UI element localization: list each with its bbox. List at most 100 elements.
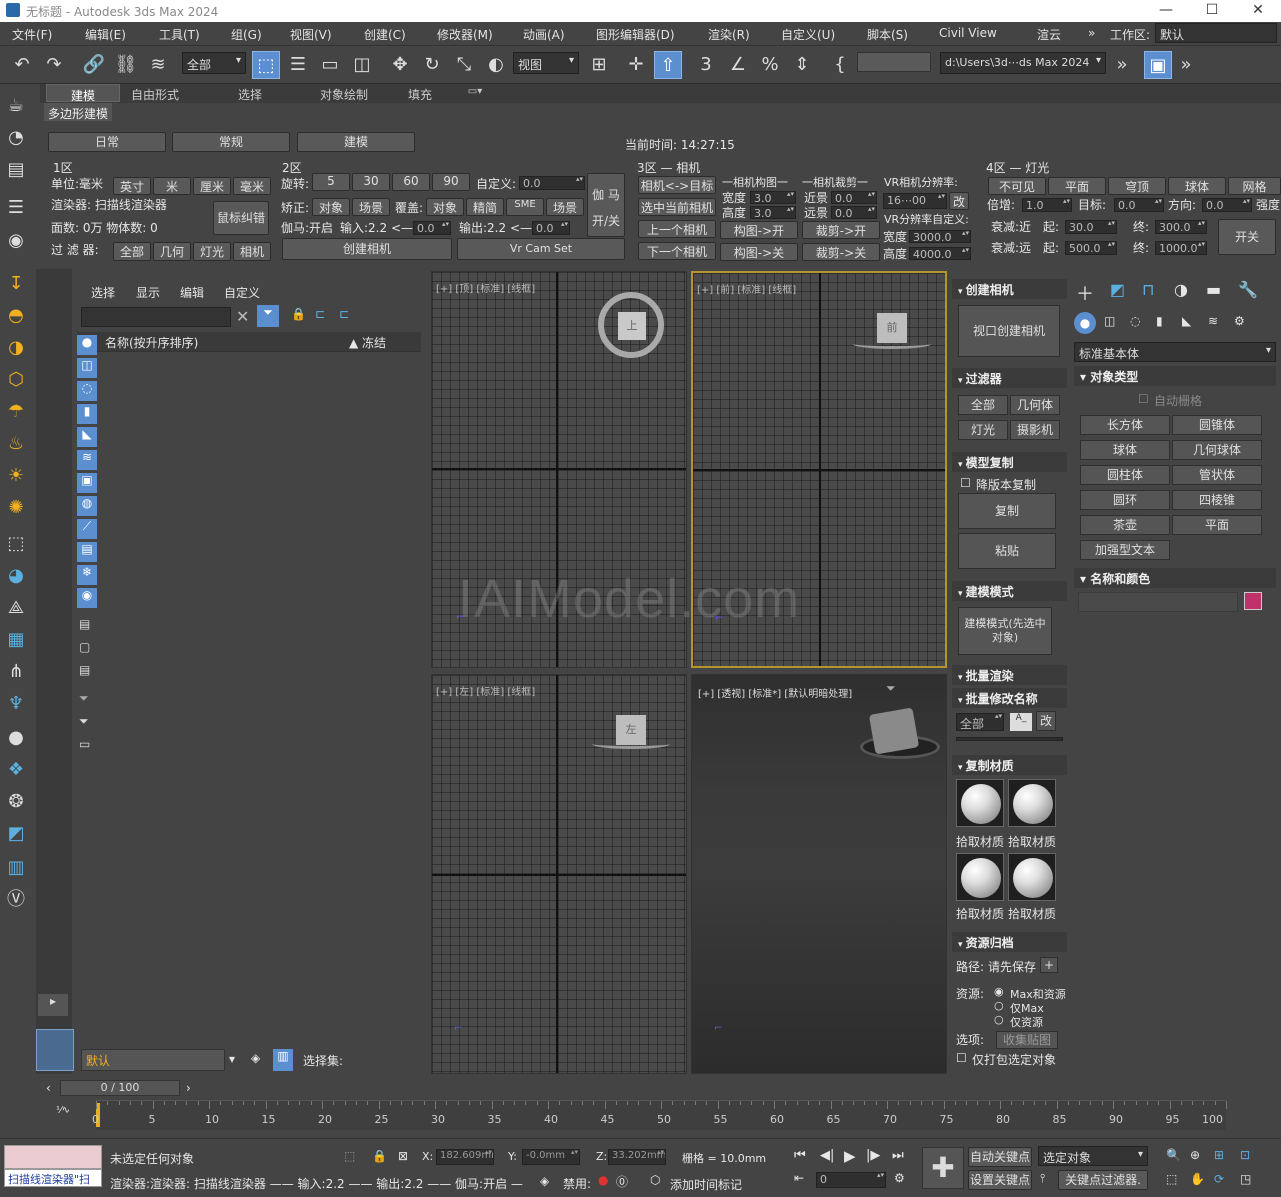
filter-hidden-icon[interactable]: ◉ bbox=[77, 588, 97, 608]
target-spinner[interactable]: 0.0 bbox=[1114, 198, 1164, 212]
pan-icon[interactable]: ✋ bbox=[1190, 1172, 1205, 1186]
unit-mm-button[interactable]: 毫米 bbox=[233, 177, 271, 195]
sunburst-icon[interactable]: ✺ bbox=[4, 496, 28, 520]
cam-target-button[interactable]: 相机<->目标 bbox=[638, 176, 716, 194]
modeling-button[interactable]: 建模 bbox=[297, 132, 415, 152]
filter-xrefs-icon[interactable]: ◍ bbox=[77, 496, 97, 516]
scale-icon[interactable]: ⤡ bbox=[450, 51, 478, 79]
bind-spacewarp-icon[interactable]: ≋ bbox=[144, 51, 172, 79]
edit-named-sel-icon[interactable]: { bbox=[826, 51, 854, 79]
sun-icon[interactable]: ☀ bbox=[4, 464, 28, 488]
vr-width-spinner[interactable]: 3000.0 bbox=[909, 230, 971, 243]
ribbon-options-icon[interactable]: ▭▾ bbox=[460, 86, 490, 97]
tab-modeling[interactable]: 建模 bbox=[46, 84, 120, 103]
input-gamma-spinner[interactable]: 0.0 bbox=[413, 221, 451, 235]
menu-view[interactable]: 视图(V) bbox=[290, 26, 332, 43]
cameras-category-icon[interactable]: ▮ bbox=[1156, 314, 1163, 328]
select-current-camera-button[interactable]: 选中当前相机 bbox=[638, 198, 716, 216]
orbit-view-icon[interactable]: ⟳ bbox=[1214, 1172, 1224, 1186]
toolbar-overflow-icon[interactable]: » bbox=[1108, 51, 1136, 79]
comp-off-button[interactable]: 构图->关 bbox=[720, 243, 798, 261]
close-button[interactable]: ✕ bbox=[1235, 0, 1281, 22]
zone1-filter-light-button[interactable]: 灯光 bbox=[193, 242, 231, 261]
x-coord-field[interactable]: 182.609mm bbox=[436, 1149, 494, 1165]
workspace-dropdown[interactable]: 默认 bbox=[1155, 23, 1277, 43]
cmd-filter-all-button[interactable]: 全部 bbox=[958, 395, 1008, 415]
viewport-top-label[interactable]: [+] [顶] [标准] [线框] bbox=[436, 280, 535, 295]
create-plane-button[interactable]: 平面 bbox=[1172, 515, 1262, 535]
output-gamma-spinner[interactable]: 0.0 bbox=[532, 221, 570, 235]
pick-material-2[interactable]: 拾取材质 bbox=[1008, 833, 1056, 850]
vr-res-change-button[interactable]: 改 bbox=[949, 192, 969, 210]
create-cylinder-button[interactable]: 圆柱体 bbox=[1080, 465, 1170, 485]
radio-max-only[interactable]: ○ bbox=[994, 999, 1004, 1012]
menu-customize[interactable]: 自定义(U) bbox=[781, 26, 835, 43]
time-slider-next-icon[interactable]: › bbox=[186, 1081, 191, 1095]
zone1-filter-geo-button[interactable]: 几何 bbox=[153, 242, 191, 261]
collect-maps-button[interactable]: 收集贴图 bbox=[996, 1031, 1058, 1049]
lights-category-icon[interactable]: ◌ bbox=[1130, 314, 1140, 328]
create-tube-button[interactable]: 管状体 bbox=[1172, 465, 1262, 485]
cover-object-button[interactable]: 对象 bbox=[426, 198, 464, 216]
systems-category-icon[interactable]: ⚙ bbox=[1234, 314, 1245, 328]
vr-height-spinner[interactable]: 4000.0 bbox=[909, 247, 971, 260]
primitive-category-dropdown[interactable]: 标准基本体 bbox=[1074, 342, 1276, 362]
add-time-tag[interactable]: 添加时间标记 bbox=[670, 1176, 742, 1193]
select-manipulate-icon[interactable]: ✛ bbox=[622, 51, 650, 79]
section-modeling-mode[interactable]: 建模模式 bbox=[952, 581, 1067, 601]
multiplier-spinner[interactable]: 1.0 bbox=[1022, 198, 1072, 212]
minimize-button[interactable]: — bbox=[1143, 0, 1189, 22]
viewport-persp-label[interactable]: [+] [透视] [标准*] [默认明暗处理] bbox=[698, 685, 852, 700]
rename-field-icon[interactable]: A_ bbox=[1010, 713, 1032, 731]
percent-snap-icon[interactable]: % bbox=[756, 51, 784, 79]
selection-filter-dropdown[interactable]: 全部 bbox=[182, 52, 246, 74]
doc-icon-3[interactable]: ▤ bbox=[79, 663, 90, 677]
downgrade-checkbox[interactable]: ☐ bbox=[960, 476, 971, 490]
toolbar-overflow2-icon[interactable]: » bbox=[1172, 51, 1200, 79]
daily-button[interactable]: 日常 bbox=[48, 132, 166, 152]
clip-far-spinner[interactable]: 0.0 bbox=[831, 206, 877, 219]
spot-light-icon[interactable]: ☂ bbox=[4, 400, 28, 424]
helpers-category-icon[interactable]: ◣ bbox=[1182, 314, 1191, 328]
key-filter-icon[interactable]: ⫯ bbox=[1040, 1171, 1045, 1186]
modify-tab-icon[interactable]: ◩ bbox=[1110, 280, 1125, 299]
curve-editor-icon[interactable]: ⅟∿ bbox=[56, 1105, 70, 1116]
cmd-filter-geometry-button[interactable]: 几何体 bbox=[1010, 395, 1060, 415]
section-asset-archive[interactable]: 资源归档 bbox=[952, 932, 1067, 952]
zoom-all-icon[interactable]: ⊕ bbox=[1190, 1148, 1200, 1162]
create-torus-button[interactable]: 圆环 bbox=[1080, 490, 1170, 510]
object-name-input[interactable] bbox=[1078, 592, 1238, 612]
menu-graph-editor[interactable]: 图形编辑器(D) bbox=[596, 26, 675, 43]
menu-group[interactable]: 组(G) bbox=[231, 26, 262, 43]
create-tab-icon[interactable]: ＋ bbox=[1076, 280, 1094, 306]
explorer-list[interactable] bbox=[101, 353, 421, 1043]
abs-rel-toggle-icon[interactable]: ⊠ bbox=[398, 1149, 408, 1163]
set-key-button[interactable]: 设置关键点 bbox=[968, 1170, 1032, 1190]
object-color-swatch[interactable] bbox=[1244, 592, 1262, 610]
hierarchy2-icon[interactable]: ⊏ bbox=[339, 307, 349, 321]
filter-groups-icon[interactable]: ▣ bbox=[77, 473, 97, 493]
rename-apply-button[interactable]: 改 bbox=[1036, 711, 1056, 731]
tab-freeform[interactable]: 自由形式 bbox=[130, 86, 180, 103]
set-key-icon[interactable]: ✚ bbox=[922, 1147, 964, 1189]
section-batch-rename[interactable]: 批量修改名称 bbox=[952, 688, 1067, 708]
material-slot-4[interactable] bbox=[1008, 853, 1056, 901]
gamma-toggle-button[interactable]: 伽 马开/关 bbox=[587, 173, 625, 237]
menu-tools[interactable]: 工具(T) bbox=[159, 26, 200, 43]
angle-snap-icon[interactable]: ∠ bbox=[724, 51, 752, 79]
menu-edit[interactable]: 编辑(E) bbox=[85, 26, 126, 43]
create-sphere-button[interactable]: 球体 bbox=[1080, 440, 1170, 460]
funnel-icon-1[interactable]: ⏷ bbox=[79, 691, 89, 706]
pick-material-1[interactable]: 拾取材质 bbox=[956, 833, 1004, 850]
zoom-extents-icon[interactable]: ⊞ bbox=[1214, 1148, 1224, 1162]
viewport-left-label[interactable]: [+] [左] [标准] [线框] bbox=[436, 683, 535, 698]
mouse-fix-button[interactable]: 鼠标纠错 bbox=[213, 201, 269, 235]
light-plane-button[interactable]: 平面 bbox=[1048, 177, 1106, 195]
geometry-category-icon[interactable]: ● bbox=[1074, 312, 1096, 334]
z-coord-field[interactable]: 33.202mm bbox=[608, 1149, 666, 1165]
viewport-create-camera-button[interactable]: 视口创建相机 bbox=[958, 305, 1060, 357]
viewport-left[interactable]: [+] [左] [标准] [线框] 左 ⌐ bbox=[431, 674, 687, 1074]
key-filters-button[interactable]: 关键点过滤器. bbox=[1058, 1170, 1148, 1190]
filter-containers-icon[interactable]: ▤ bbox=[77, 542, 97, 562]
filter-cameras-icon[interactable]: ▮ bbox=[77, 404, 97, 424]
